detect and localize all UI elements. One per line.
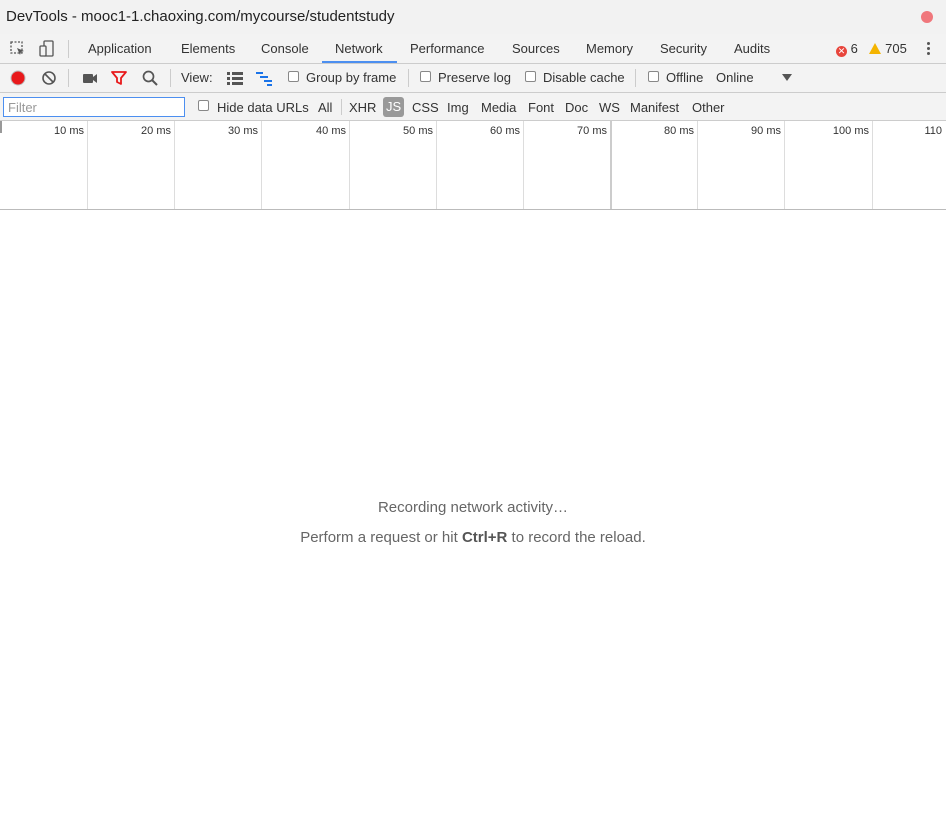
timeline-tick-label: 30 ms	[228, 125, 258, 137]
active-tab-indicator	[322, 61, 397, 63]
toolbar-divider	[635, 69, 636, 87]
warning-count: 705	[885, 41, 907, 56]
timeline-tick: 70 ms	[524, 121, 611, 209]
more-options-icon[interactable]	[924, 41, 932, 57]
record-icon[interactable]	[9, 69, 27, 87]
reload-shortcut: Ctrl+R	[461, 529, 508, 546]
timeline-tick-label: 10 ms	[54, 125, 84, 137]
timeline-tick: 30 ms	[175, 121, 262, 209]
toolbar-divider	[408, 69, 409, 87]
network-overview-timeline[interactable]: 10 ms 20 ms 30 ms 40 ms 50 ms 60 ms 70 m…	[0, 121, 946, 210]
filter-type-media[interactable]: Media	[481, 100, 516, 115]
preserve-log-checkbox[interactable]	[420, 71, 431, 82]
tab-security[interactable]: Security	[660, 34, 707, 64]
large-rows-icon[interactable]	[226, 69, 244, 87]
empty-state-title: Recording network activity…	[377, 499, 569, 516]
tab-performance[interactable]: Performance	[410, 34, 484, 64]
warning-icon	[869, 43, 882, 54]
filter-type-css[interactable]: CSS	[412, 100, 439, 115]
timeline-tick: 110	[873, 121, 946, 209]
window-title: DevTools - mooc1-1.chaoxing.com/mycourse…	[6, 8, 395, 25]
timeline-tick: 20 ms	[88, 121, 175, 209]
capture-screenshots-icon[interactable]	[81, 69, 99, 87]
tab-memory[interactable]: Memory	[586, 34, 633, 64]
timeline-tick-label: 40 ms	[316, 125, 346, 137]
tab-sources[interactable]: Sources	[512, 34, 560, 64]
error-count: 6	[850, 41, 858, 56]
filter-type-font[interactable]: Font	[528, 100, 554, 115]
inspect-element-icon[interactable]	[9, 40, 27, 58]
timeline-tick-label: 50 ms	[403, 125, 433, 137]
filter-type-js[interactable]: JS	[383, 97, 405, 117]
offline-label: Offline	[666, 70, 704, 85]
disable-cache-label: Disable cache	[543, 70, 625, 85]
offline-checkbox[interactable]	[648, 71, 659, 82]
timeline-tick-label: 90 ms	[751, 125, 781, 137]
network-filterbar: Hide data URLs All XHR JS CSS Img Media …	[0, 93, 946, 121]
devtools-tabbar: Application Elements Console Network Per…	[0, 34, 946, 64]
timeline-tick-label: 20 ms	[141, 125, 171, 137]
window-titlebar: DevTools - mooc1-1.chaoxing.com/mycourse…	[0, 0, 946, 34]
tabbar-divider	[68, 40, 69, 58]
filter-type-other[interactable]: Other	[692, 100, 725, 115]
network-toolbar: View: Group by frame Preserve log Disabl…	[0, 64, 946, 93]
preserve-log-label: Preserve log	[438, 70, 511, 85]
timeline-tick-label: 80 ms	[664, 125, 694, 137]
timeline-tick: 60 ms	[437, 121, 524, 209]
filter-icon[interactable]	[110, 69, 128, 87]
tab-network[interactable]: Network	[335, 34, 383, 64]
tab-application[interactable]: Application	[88, 34, 152, 64]
timeline-tick: 90 ms	[698, 121, 785, 209]
console-status-badge[interactable]: ✕ 6 705	[836, 41, 907, 57]
error-icon: ✕	[836, 46, 847, 57]
hide-data-urls-label: Hide data URLs	[217, 100, 309, 115]
filter-type-xhr[interactable]: XHR	[349, 100, 376, 115]
group-by-frame-checkbox[interactable]	[288, 71, 299, 82]
timeline-tick-label: 110	[924, 125, 942, 137]
timeline-tick-label: 100 ms	[832, 125, 869, 137]
timeline-tick: 50 ms	[350, 121, 437, 209]
timeline-tick-label: 60 ms	[490, 125, 520, 137]
waterfall-overview-icon[interactable]	[255, 69, 273, 87]
clear-icon[interactable]	[40, 69, 58, 87]
search-icon[interactable]	[141, 69, 159, 87]
timeline-divider	[610, 121, 612, 209]
filter-type-doc[interactable]: Doc	[565, 100, 588, 115]
timeline-tick-label: 70 ms	[577, 125, 607, 137]
toolbar-divider	[170, 69, 171, 87]
filter-type-manifest[interactable]: Manifest	[630, 100, 679, 115]
close-window-button[interactable]	[921, 11, 933, 23]
hide-data-urls-checkbox[interactable]	[198, 100, 209, 111]
view-label: View:	[181, 70, 213, 85]
empty-state-hint-post: to record the reload.	[507, 529, 646, 546]
filter-type-all[interactable]: All	[318, 100, 332, 115]
filter-type-img[interactable]: Img	[447, 100, 469, 115]
timeline-tick: 80 ms	[611, 121, 698, 209]
group-by-frame-label: Group by frame	[306, 70, 397, 85]
disable-cache-checkbox[interactable]	[525, 71, 536, 82]
filter-type-ws[interactable]: WS	[599, 100, 620, 115]
chevron-down-icon[interactable]	[782, 74, 792, 81]
tab-elements[interactable]: Elements	[181, 34, 235, 64]
timeline-tick: 40 ms	[262, 121, 350, 209]
empty-state-hint-pre: Perform a request or hit	[300, 529, 462, 546]
tab-audits[interactable]: Audits	[734, 34, 770, 64]
empty-state-hint: Perform a request or hit Ctrl+R to recor…	[0, 529, 946, 546]
filter-divider	[341, 99, 342, 115]
tab-console[interactable]: Console	[261, 34, 309, 64]
filter-input[interactable]	[3, 97, 185, 117]
device-toolbar-icon[interactable]	[38, 40, 56, 58]
timeline-tick: 10 ms	[0, 121, 88, 209]
toolbar-divider	[68, 69, 69, 87]
timeline-tick: 100 ms	[785, 121, 873, 209]
throttling-select[interactable]: Online	[716, 70, 754, 85]
